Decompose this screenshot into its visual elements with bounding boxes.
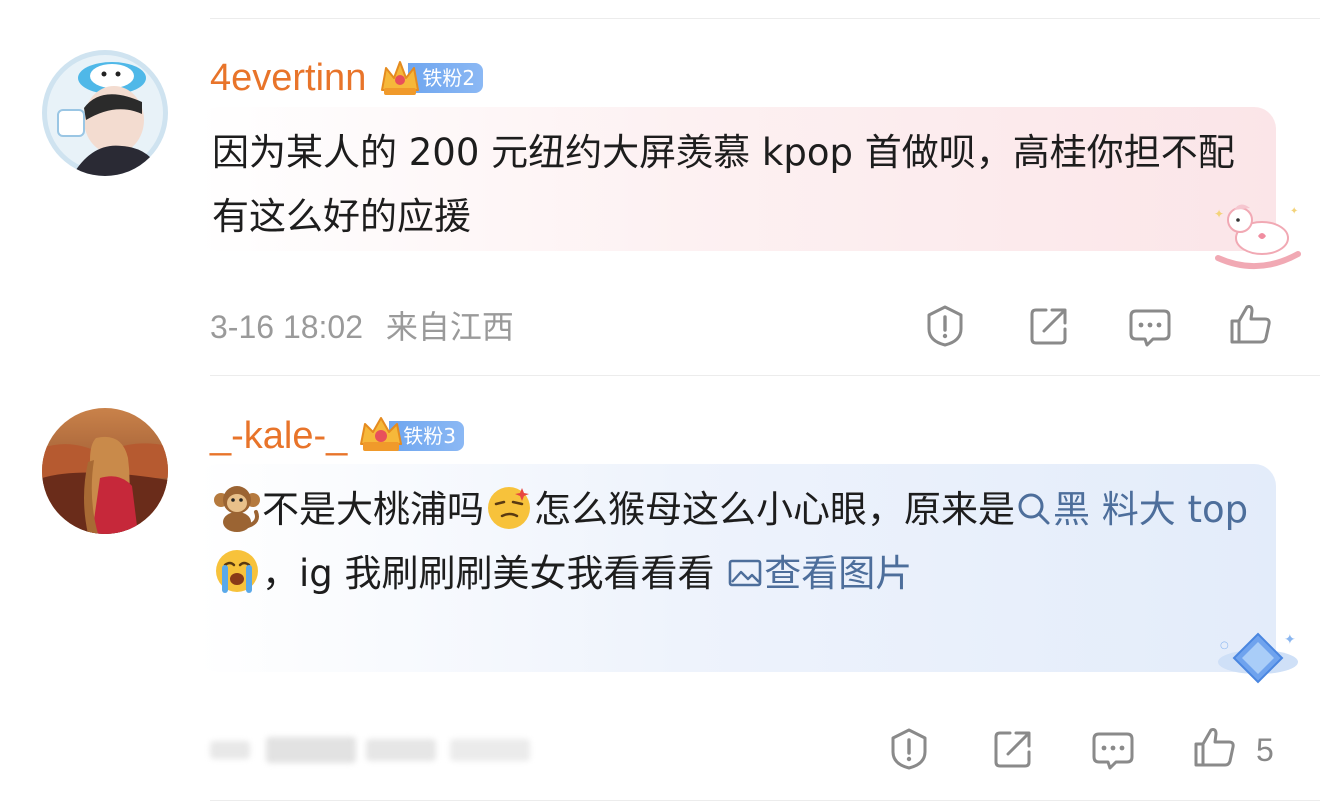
top-divider [210,18,1320,19]
crown-icon [360,417,403,451]
username[interactable]: _-kale-_ [210,414,347,458]
timestamp: 3-16 18:02 [210,309,364,345]
location: 来自江西 [385,309,514,345]
avatar[interactable] [42,408,168,534]
bottom-divider [210,800,1320,801]
avatar-image [42,408,168,534]
like-icon[interactable] [1192,724,1238,770]
username[interactable]: 4evertinn [210,56,366,100]
username-row: 4evertinn 铁粉2 [210,56,484,100]
like-count: 5 [1256,732,1274,768]
share-icon[interactable] [1026,303,1072,349]
image-icon [728,559,762,587]
svg-text:○: ○ [1220,640,1229,651]
svg-text:✦: ✦ [1214,207,1224,221]
comment-text-part-2: 怎么猴母这么小心眼，原来是 [534,488,1015,531]
search-topic-text: 黑 料大 top [1053,488,1249,531]
monkey-emoji [214,486,260,532]
report-icon[interactable] [922,303,968,349]
svg-text:✦: ✦ [1284,632,1296,648]
fan-badge[interactable]: 铁粉3 [359,414,465,458]
report-icon[interactable] [886,726,932,772]
comment-text-part-3: ，ig 我刷刷刷美女我看看看 [262,552,715,595]
view-image-text: 查看图片 [764,552,913,595]
crown-icon [381,61,420,95]
smirk-emoji [488,487,530,529]
avatar[interactable] [42,50,168,176]
fan-badge[interactable]: 铁粉2 [378,56,484,100]
svg-text:✦: ✦ [1290,206,1298,217]
rocking-horse-decoration: ✦ ✦ [1214,204,1301,269]
crying-emoji [216,550,258,593]
avatar-image [42,50,168,176]
diamond-decoration: ✦ ○ [1218,632,1298,684]
search-icon [1018,493,1050,525]
view-image-link[interactable]: 查看图片 [726,552,912,595]
comment-bubble[interactable]: 因为某人的 200 元纽约大屏羡慕 kpop 首做呗，高桂你担不配有这么好的应援 [196,107,1276,251]
comment-meta: 3-16 18:02 来自江西 [210,307,514,347]
comment-icon[interactable] [1127,303,1173,349]
comment-text-part-1: 不是大桃浦吗 [262,488,484,531]
share-icon[interactable] [990,726,1036,772]
comment-bubble[interactable]: 不是大桃浦吗 怎么猴母这么小心眼，原来是 黑 料大 top ，ig 我刷刷刷美女… [196,464,1276,672]
blurred-meta [210,733,540,767]
search-topic-link[interactable]: 黑 料大 top [1015,488,1248,531]
like-icon[interactable] [1228,301,1274,347]
comment-text: 不是大桃浦吗 怎么猴母这么小心眼，原来是 黑 料大 top ，ig 我刷刷刷美女… [212,478,1256,606]
comment-text: 因为某人的 200 元纽约大屏羡慕 kpop 首做呗，高桂你担不配有这么好的应援 [212,131,1235,238]
comment-icon[interactable] [1090,726,1136,772]
comment-divider [210,375,1320,376]
username-row: _-kale-_ 铁粉3 [210,414,465,458]
